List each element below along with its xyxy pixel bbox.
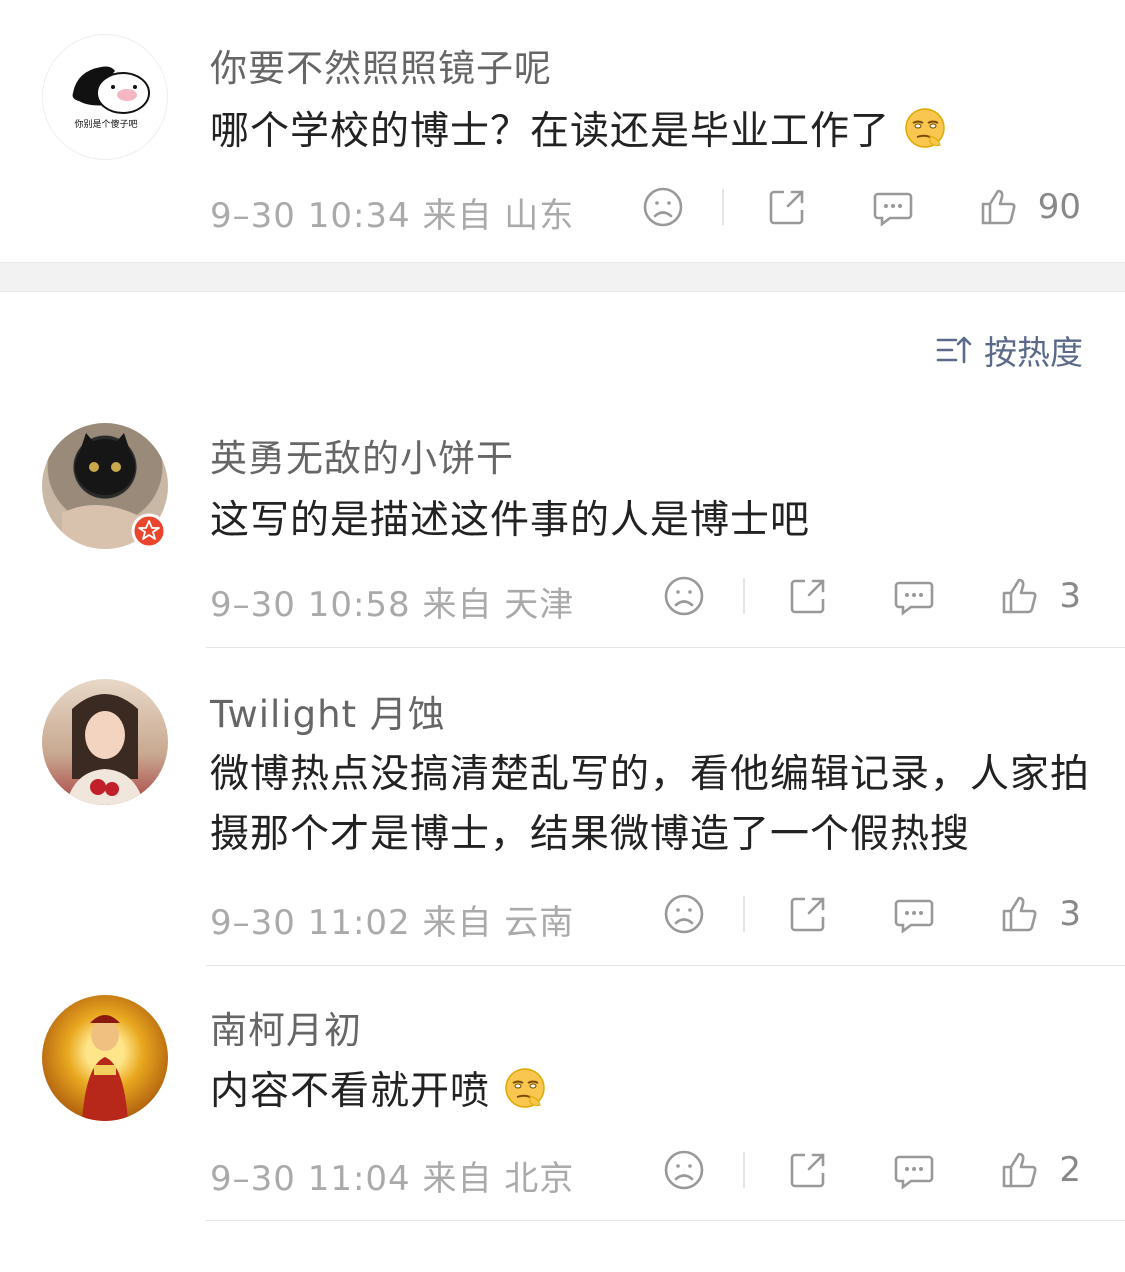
avatar[interactable]: 你别是个傻子吧 bbox=[42, 34, 168, 160]
comment-divider bbox=[206, 1220, 1125, 1221]
thumbs-up-icon bbox=[1003, 1152, 1037, 1188]
comment-icon bbox=[895, 899, 934, 934]
like-button[interactable]: 3 bbox=[999, 893, 1081, 935]
share-icon bbox=[791, 1153, 825, 1188]
comment-actions: 90 bbox=[642, 186, 1081, 228]
sort-label: 按热度 bbox=[984, 333, 1083, 372]
dislike-button[interactable] bbox=[663, 893, 705, 935]
comment-actions: 3 bbox=[663, 893, 1081, 935]
comment-author[interactable]: 南柯月初 bbox=[210, 1000, 362, 1054]
comment-author[interactable]: Twilight 月蚀 bbox=[210, 684, 446, 738]
comment-author[interactable]: 英勇无敌的小饼干 bbox=[210, 428, 514, 482]
comment-author[interactable]: 你要不然照照镜子呢 bbox=[210, 38, 552, 92]
sort-by-hot-button[interactable]: 按热度 bbox=[936, 326, 1083, 374]
avatar[interactable] bbox=[42, 679, 168, 805]
figure-avatar-illustration bbox=[82, 1015, 128, 1121]
top-comment: 你别是个傻子吧 你要不然照照镜子呢 哪个学校的博士？在读还是毕业工作了 9–30… bbox=[0, 0, 1125, 262]
comment-item: Twilight 月蚀 微博热点没搞清楚乱写的，看他编辑记录，人家拍摄那个才是博… bbox=[0, 658, 1125, 966]
action-separator bbox=[743, 578, 746, 614]
thumbs-up-icon bbox=[1003, 578, 1037, 614]
action-separator bbox=[721, 189, 724, 225]
avatar[interactable] bbox=[42, 995, 168, 1121]
share-icon bbox=[769, 190, 804, 225]
like-button[interactable]: 3 bbox=[999, 575, 1081, 617]
sad-face-icon bbox=[665, 1150, 704, 1190]
comment-text-body: 哪个学校的博士？在读还是毕业工作了 bbox=[210, 109, 891, 154]
action-separator bbox=[743, 1152, 746, 1188]
like-button[interactable]: 90 bbox=[978, 186, 1081, 228]
reply-button[interactable] bbox=[893, 1149, 935, 1191]
share-button[interactable] bbox=[787, 1149, 829, 1191]
thumbs-up-icon bbox=[1003, 896, 1037, 932]
reply-button[interactable] bbox=[893, 893, 935, 935]
avatar-illustration: 你别是个傻子吧 bbox=[72, 66, 150, 130]
comment-divider bbox=[206, 647, 1125, 648]
comment-item: 南柯月初 内容不看就开喷 9–30 11:04 来自 北京 2 bbox=[0, 976, 1125, 1222]
sort-bar: 按热度 bbox=[0, 292, 1125, 404]
dislike-button[interactable] bbox=[663, 575, 705, 617]
comment-actions: 3 bbox=[663, 575, 1081, 617]
comment-actions: 2 bbox=[663, 1149, 1081, 1191]
comment-text-body: 内容不看就开喷 bbox=[210, 1069, 491, 1114]
like-count: 3 bbox=[1059, 576, 1081, 616]
comment-icon bbox=[873, 192, 913, 227]
comment-text: 这写的是描述这件事的人是博士吧 bbox=[210, 498, 811, 543]
thumbs-up-icon bbox=[981, 189, 1016, 225]
dislike-button[interactable] bbox=[663, 1149, 705, 1191]
comment-meta: 9–30 11:02 来自 云南 bbox=[210, 903, 575, 943]
share-button[interactable] bbox=[787, 893, 829, 935]
reply-button[interactable] bbox=[893, 575, 935, 617]
comment-text: 内容不看就开喷 bbox=[210, 1062, 1090, 1122]
like-count: 3 bbox=[1059, 894, 1081, 934]
share-button[interactable] bbox=[787, 575, 829, 617]
verified-badge-icon bbox=[131, 513, 167, 549]
smirk-emoji-icon bbox=[905, 108, 946, 148]
comment-meta: 9–30 11:04 来自 北京 bbox=[210, 1159, 575, 1199]
smirk-emoji-icon bbox=[505, 1068, 546, 1108]
like-count: 90 bbox=[1037, 187, 1081, 227]
like-count: 2 bbox=[1059, 1150, 1081, 1190]
avatar-caption: 你别是个傻子吧 bbox=[74, 118, 137, 130]
sort-icon bbox=[936, 336, 972, 364]
share-icon bbox=[791, 579, 825, 614]
comment-item: 英勇无敌的小饼干 这写的是描述这件事的人是博士吧 9–30 10:58 来自 天… bbox=[0, 402, 1125, 648]
section-separator bbox=[0, 262, 1125, 292]
comment-divider bbox=[206, 965, 1125, 966]
comment-meta: 9–30 10:58 来自 天津 bbox=[210, 585, 575, 625]
sad-face-icon bbox=[665, 576, 704, 616]
comment-icon bbox=[895, 1155, 934, 1190]
reply-button[interactable] bbox=[872, 186, 914, 228]
comment-meta: 9–30 10:34 来自 山东 bbox=[210, 196, 575, 236]
comment-text: 微博热点没搞清楚乱写的，看他编辑记录，人家拍摄那个才是博士，结果微博造了一个假热… bbox=[210, 752, 1091, 857]
action-separator bbox=[743, 896, 746, 932]
like-button[interactable]: 2 bbox=[999, 1149, 1081, 1191]
share-button[interactable] bbox=[766, 186, 808, 228]
share-icon bbox=[791, 897, 825, 932]
sad-face-icon bbox=[665, 894, 704, 934]
comment-icon bbox=[895, 581, 934, 616]
dislike-button[interactable] bbox=[642, 186, 684, 228]
sad-face-icon bbox=[643, 187, 683, 227]
portrait-avatar-illustration bbox=[66, 694, 144, 805]
comment-text: 哪个学校的博士？在读还是毕业工作了 bbox=[210, 102, 1090, 162]
